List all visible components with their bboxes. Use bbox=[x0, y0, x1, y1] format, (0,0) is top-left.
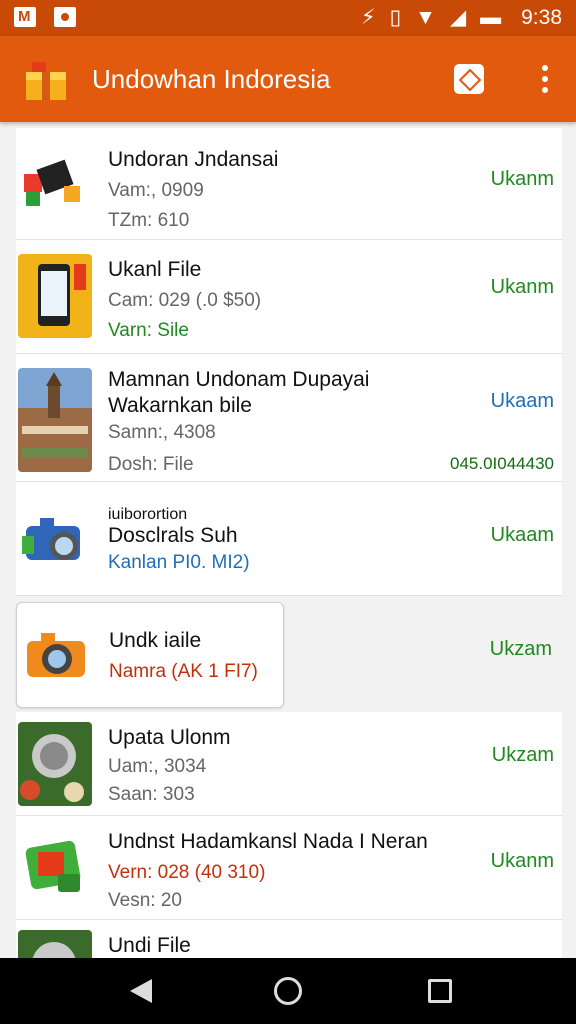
item-extra: 045.0I044430 bbox=[450, 454, 554, 473]
phone-icon bbox=[18, 254, 92, 338]
cubes-icon bbox=[24, 159, 80, 206]
item-action[interactable]: Ukanm bbox=[491, 168, 554, 191]
app-title: Undowhan Indoresia bbox=[92, 64, 331, 94]
item-action[interactable]: Ukanm bbox=[491, 850, 554, 873]
item-line2: Wakarnkan bile bbox=[108, 394, 252, 417]
item-action[interactable]: Ukanm bbox=[491, 276, 554, 299]
signal-icon: ◢ bbox=[449, 6, 467, 29]
more-vert-icon[interactable] bbox=[530, 64, 560, 94]
vibrate-icon: ▯ bbox=[389, 6, 402, 29]
list-item[interactable]: Mamnan Undonam Dupayai Wakarnkan bile Sa… bbox=[16, 354, 562, 482]
item-line3: Samn:, 4308 bbox=[108, 422, 216, 443]
wifi-icon: ▼ bbox=[415, 5, 436, 29]
list-item[interactable]: Undoran Jndansai Vam:, 0909 TZm: 610 Uka… bbox=[16, 128, 562, 240]
status-bar: ⚡ ▯ ▼ ◢ ▬ 9:38 bbox=[0, 0, 576, 36]
item-title: Undoran Jndansai bbox=[108, 148, 279, 171]
food-photo bbox=[18, 722, 92, 806]
building-photo bbox=[18, 368, 92, 472]
battery-icon: ▬ bbox=[480, 5, 502, 29]
item-title: Undi File bbox=[108, 934, 191, 957]
diamond-icon[interactable] bbox=[454, 64, 484, 94]
navigation-bar bbox=[0, 958, 576, 1024]
item-line4: Dosh: File bbox=[108, 454, 194, 475]
nfc-icon: ⚡ bbox=[360, 6, 376, 29]
item-line3: Vesn: 20 bbox=[108, 890, 182, 911]
item-action[interactable]: Ukzam bbox=[490, 638, 552, 661]
home-icon[interactable] bbox=[274, 977, 302, 1005]
item-title: Ukanl File bbox=[108, 258, 202, 281]
clock: 9:38 bbox=[521, 5, 562, 29]
notification-icon bbox=[54, 7, 76, 27]
item-title: Mamnan Undonam Dupayai bbox=[108, 368, 370, 391]
item-line3: TZm: 610 bbox=[108, 210, 190, 231]
food-photo bbox=[18, 930, 92, 958]
item-line3: Varn: Sile bbox=[108, 320, 189, 341]
recent-apps-icon[interactable] bbox=[428, 979, 452, 1003]
camera-icon bbox=[27, 633, 85, 677]
item-title: Undnst Hadamkansl Nada I Neran bbox=[108, 830, 428, 853]
item-title: Undk iaile bbox=[109, 629, 202, 652]
item-line3: Kanlan PI0. MI2) bbox=[108, 552, 250, 573]
item-title: Dosclrals Suh bbox=[108, 524, 238, 547]
gmail-icon bbox=[14, 7, 36, 27]
app-bar: Undowhan Indoresia bbox=[0, 36, 576, 122]
list-item-selected[interactable]: Undk iaile Namra (AK 1 FI7) bbox=[16, 602, 284, 708]
download-list: Undoran Jndansai Vam:, 0909 TZm: 610 Uka… bbox=[0, 122, 576, 958]
back-icon[interactable] bbox=[130, 979, 152, 1003]
camera-icon bbox=[22, 518, 80, 560]
list-item[interactable]: Undi File bbox=[16, 920, 562, 958]
list-item[interactable]: iuiborortion Dosclrals Suh Kanlan PI0. M… bbox=[16, 482, 562, 596]
item-action[interactable]: Ukaam bbox=[491, 390, 554, 413]
item-title: Upata Ulonm bbox=[108, 726, 231, 749]
list-item[interactable]: Upata Ulonm Uam:, 3034 Saan: 303 Ukzam bbox=[16, 712, 562, 816]
list-item[interactable]: Ukanl File Cam: 029 (.0 $50) Varn: Sile … bbox=[16, 240, 562, 354]
item-small-title: iuiborortion bbox=[108, 506, 188, 523]
card-icon bbox=[25, 840, 81, 892]
item-line2: Uam:, 3034 bbox=[108, 756, 207, 777]
item-line2: Namra (AK 1 FI7) bbox=[109, 661, 258, 682]
item-line2: Vern: 028 (40 310) bbox=[108, 862, 266, 883]
gift-box-icon bbox=[26, 62, 66, 100]
item-line2: Vam:, 0909 bbox=[108, 180, 204, 201]
item-line2: Cam: 029 (.0 $50) bbox=[108, 290, 262, 311]
list-item[interactable]: Undnst Hadamkansl Nada I Neran Vern: 028… bbox=[16, 816, 562, 920]
item-action[interactable]: Ukaam bbox=[491, 524, 554, 547]
item-action[interactable]: Ukzam bbox=[492, 744, 554, 767]
item-line3: Saan: 303 bbox=[108, 784, 195, 805]
